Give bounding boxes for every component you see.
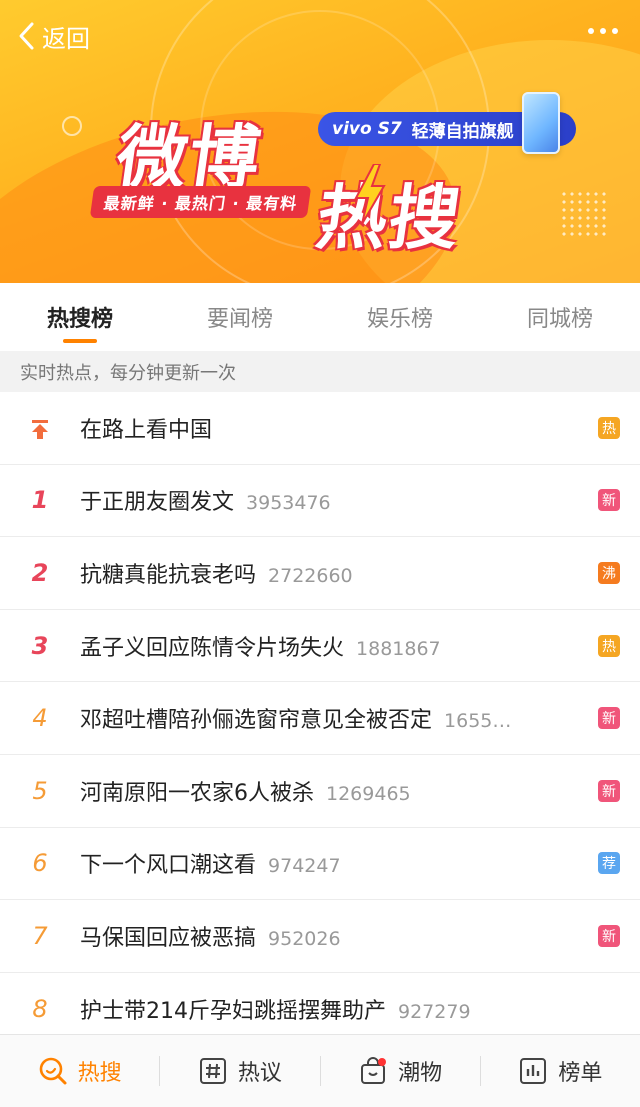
tab-hot-search[interactable]: 热搜榜 [0,283,160,351]
new-badge: 新 [598,779,620,802]
hot-badge: 热 [598,634,620,657]
nav-label: 潮物 [398,1061,443,1086]
banner-decor-target [62,116,82,136]
tab-local[interactable]: 同城榜 [480,283,640,351]
list-item-count: 952026 [268,927,341,950]
list-item[interactable]: 3 孟子义回应陈情令片场失火 1881867 热 [0,610,640,683]
rank-number: 8 [32,994,48,1023]
rank-number: 1 [31,486,49,515]
banner-decor-dots [560,190,610,240]
tab-news[interactable]: 要闻榜 [160,283,320,351]
hot-search-page: 返回 微博 热搜 最新鲜 · 最热门 · 最有料 vivo S7 轻薄自拍旗舰 … [0,0,640,1107]
list-item-title: 在路上看中国 [80,417,213,443]
chevron-left-icon [19,22,34,50]
update-notice: 实时热点，每分钟更新一次 [0,351,640,392]
chart-list-icon [520,1058,547,1084]
banner-slogan: 最新鲜 · 最热门 · 最有料 [89,186,312,218]
back-label: 返回 [42,24,90,53]
list-item-count: 1269465 [326,782,411,805]
ranking-tabs: 热搜榜 要闻榜 娱乐榜 同城榜 [0,283,640,351]
rank-number: 7 [32,921,48,950]
list-item-title: 下一个风口潮这看 [80,853,257,879]
list-item[interactable]: 1 于正朋友圈发文 3953476 新 [0,465,640,538]
list-item-pinned[interactable]: 在路上看中国 热 [0,392,640,465]
list-item-count: 1655… [444,710,512,733]
rank-number: 2 [31,558,49,587]
rank-number: 3 [31,631,49,660]
nav-hot-search[interactable]: 热搜 [0,1055,159,1087]
sponsor-tagline: 轻薄自拍旗舰 [411,121,514,142]
rank-number: 4 [32,704,48,733]
rank-number: 6 [32,849,48,878]
hot-search-list: 在路上看中国 热 1 于正朋友圈发文 3953476 新 2 抗糖真能抗衰老吗 … [0,392,640,1046]
new-badge: 新 [598,924,620,947]
back-button[interactable]: 返回 [16,16,90,56]
list-item[interactable]: 5 河南原阳一农家6人被杀 1269465 新 [0,755,640,828]
list-item[interactable]: 2 抗糖真能抗衰老吗 2722660 沸 [0,537,640,610]
nav-rankings[interactable]: 榜单 [481,1055,640,1087]
bottom-nav: 热搜 热议 潮物 榜单 [0,1034,640,1107]
search-hot-icon [39,1057,67,1085]
new-badge: 新 [598,489,620,512]
nav-discussion[interactable]: 热议 [160,1055,319,1087]
shopping-bag-icon [361,1057,387,1084]
list-item-title: 河南原阳一农家6人被杀 [80,780,314,806]
hot-badge: 热 [598,416,620,439]
list-item-title: 马保国回应被恶搞 [80,925,257,951]
list-item-title: 邓超吐槽陪孙俪选窗帘意见全被否定 [80,708,433,734]
logo-resou-text: 热搜 [311,177,467,259]
list-item-title: 于正朋友圈发文 [80,490,235,516]
phone-image [522,92,560,154]
rank-number: 5 [32,776,48,805]
lightning-icon [354,164,386,224]
nav-trendy-goods[interactable]: 潮物 [321,1055,480,1087]
list-item[interactable]: 4 邓超吐槽陪孙俪选窗帘意见全被否定 1655… 新 [0,682,640,755]
nav-label: 热议 [237,1061,282,1086]
list-item-title: 护士带214斤孕妇跳摇摆舞助产 [80,998,386,1024]
nav-label: 热搜 [77,1061,122,1086]
list-item-title: 孟子义回应陈情令片场失火 [80,635,345,661]
pin-top-icon [0,414,80,442]
sponsor-brand: vivo S7 [332,119,402,139]
more-dots-icon[interactable] [588,28,618,34]
boiling-badge: 沸 [598,561,620,584]
hashtag-icon [199,1058,226,1084]
list-item[interactable]: 6 下一个风口潮这看 974247 荐 [0,828,640,901]
hot-search-banner: 返回 微博 热搜 最新鲜 · 最热门 · 最有料 vivo S7 轻薄自拍旗舰 [0,0,640,283]
list-item-count: 1881867 [356,637,441,660]
list-item-count: 2722660 [268,564,353,587]
list-item[interactable]: 7 马保国回应被恶搞 952026 新 [0,900,640,973]
recommend-badge: 荐 [598,852,620,875]
new-badge: 新 [598,707,620,730]
nav-label: 榜单 [558,1061,603,1086]
list-item-count: 974247 [268,855,341,878]
list-item-count: 927279 [398,1000,471,1023]
list-item-count: 3953476 [246,492,331,515]
list-item-title: 抗糖真能抗衰老吗 [80,562,257,588]
tab-entertainment[interactable]: 娱乐榜 [320,283,480,351]
